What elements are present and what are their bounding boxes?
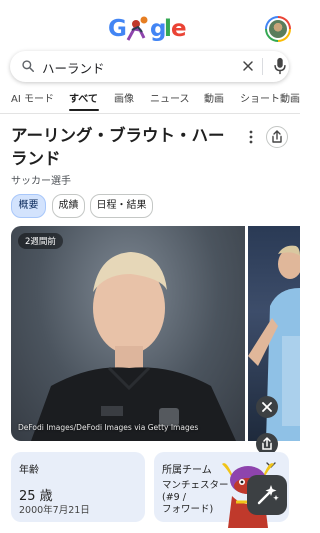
share-icon [272, 130, 282, 143]
search-box[interactable]: ハーランド [10, 51, 289, 82]
more-options-icon[interactable] [247, 130, 255, 144]
top-bar: G g l e [0, 0, 300, 50]
search-tabs: AI モード すべて 画像 ニュース 動画 ショート動画 [0, 87, 300, 111]
share-button[interactable] [266, 126, 288, 148]
google-logo[interactable]: G g l e [108, 12, 194, 44]
search-icon [22, 60, 35, 73]
avatar-icon [269, 20, 287, 38]
tab-videos[interactable]: 動画 [204, 90, 224, 105]
age-label: 年齢 [19, 465, 39, 476]
doodle-figure-icon [126, 16, 148, 41]
tab-short-videos[interactable]: ショート動画 [240, 90, 300, 105]
svg-text:G: G [108, 16, 127, 42]
microphone-icon[interactable] [273, 57, 287, 75]
sparkle-wand-icon [257, 485, 279, 505]
close-overlay-button[interactable] [256, 396, 278, 418]
google-doodle-logo: G g l e [108, 16, 187, 42]
player-portrait-image [31, 252, 236, 441]
entity-subtitle: サッカー選手 [11, 176, 71, 187]
tab-all[interactable]: すべて [69, 90, 98, 105]
team-label: 所属チーム [162, 465, 212, 476]
search-input[interactable]: ハーランド [42, 58, 105, 77]
ai-sparkle-button[interactable] [247, 475, 287, 515]
svg-text:e: e [171, 16, 187, 42]
tab-ai-mode[interactable]: AI モード [11, 90, 54, 105]
chip-schedule-results[interactable]: 日程・結果 [90, 194, 153, 218]
birth-date: 2000年7月21日 [19, 505, 90, 516]
entity-title: アーリング・ブラウト・ハーランド [11, 126, 225, 168]
main-player-photo[interactable]: 2週間前 DeFodi Images/DeFodi Images via Get… [11, 226, 245, 441]
photo-credit: DeFodi Images/DeFodi Images via Getty Im… [18, 423, 199, 432]
account-avatar[interactable] [265, 16, 291, 42]
chip-overview[interactable]: 概要 [11, 194, 46, 218]
active-tab-indicator [69, 109, 99, 111]
avatar-ring [267, 18, 289, 40]
tab-images[interactable]: 画像 [114, 90, 134, 105]
age-card[interactable]: 年齢 25 歳 2000年7月21日 [11, 452, 145, 522]
image-date-badge: 2週間前 [18, 233, 63, 249]
tabs-divider [0, 113, 300, 114]
close-icon [262, 402, 272, 412]
clear-icon[interactable] [240, 58, 256, 74]
tab-news[interactable]: ニュース [150, 90, 190, 105]
search-divider [262, 58, 263, 75]
chip-stats[interactable]: 成績 [52, 194, 85, 218]
